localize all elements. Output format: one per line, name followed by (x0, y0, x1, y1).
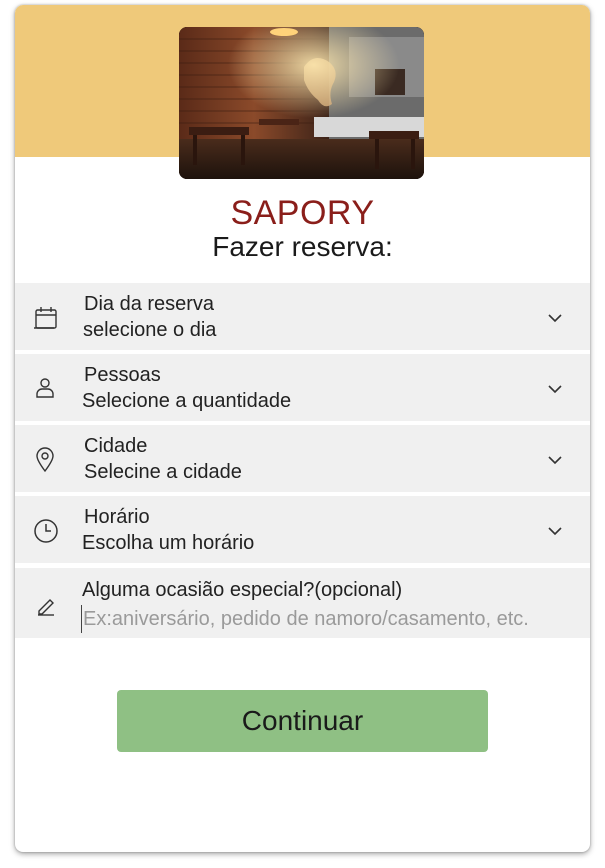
time-label: Horário (84, 506, 150, 528)
people-select[interactable]: Pessoas Selecione a quantidade (15, 354, 590, 423)
occasion-label: Alguma ocasião especial?(opcional) (82, 579, 403, 601)
occasion-field: Alguma ocasião especial?(opcional) (15, 568, 590, 638)
pencil-icon (35, 594, 57, 616)
location-pin-icon (33, 447, 57, 473)
reservation-card: SAPORY Fazer reserva: Dia da reserva sel… (15, 5, 590, 852)
chevron-down-icon[interactable] (547, 311, 563, 323)
continue-button[interactable]: Continuar (117, 690, 488, 752)
page-title: Fazer reserva: (212, 231, 393, 262)
occasion-input[interactable] (81, 605, 583, 633)
date-value: selecione o dia (83, 319, 217, 341)
chevron-down-icon[interactable] (547, 453, 563, 465)
clock-icon (33, 518, 58, 543)
city-select[interactable]: Cidade Selecine a cidade (15, 425, 590, 494)
time-value: Escolha um horário (82, 532, 255, 554)
city-value: Selecine a cidade (84, 461, 242, 483)
person-icon (33, 376, 57, 400)
people-label: Pessoas (84, 364, 161, 386)
date-label: Dia da reserva (84, 293, 215, 315)
calendar-icon (33, 305, 57, 329)
brand-name: SAPORY (230, 194, 375, 232)
time-select[interactable]: Horário Escolha um horário (15, 496, 590, 565)
chevron-down-icon[interactable] (547, 382, 563, 394)
chevron-down-icon[interactable] (547, 524, 563, 536)
restaurant-photo (179, 27, 424, 179)
date-select[interactable]: Dia da reserva selecione o dia (15, 283, 590, 352)
people-value: Selecione a quantidade (82, 390, 292, 412)
city-label: Cidade (84, 435, 148, 457)
